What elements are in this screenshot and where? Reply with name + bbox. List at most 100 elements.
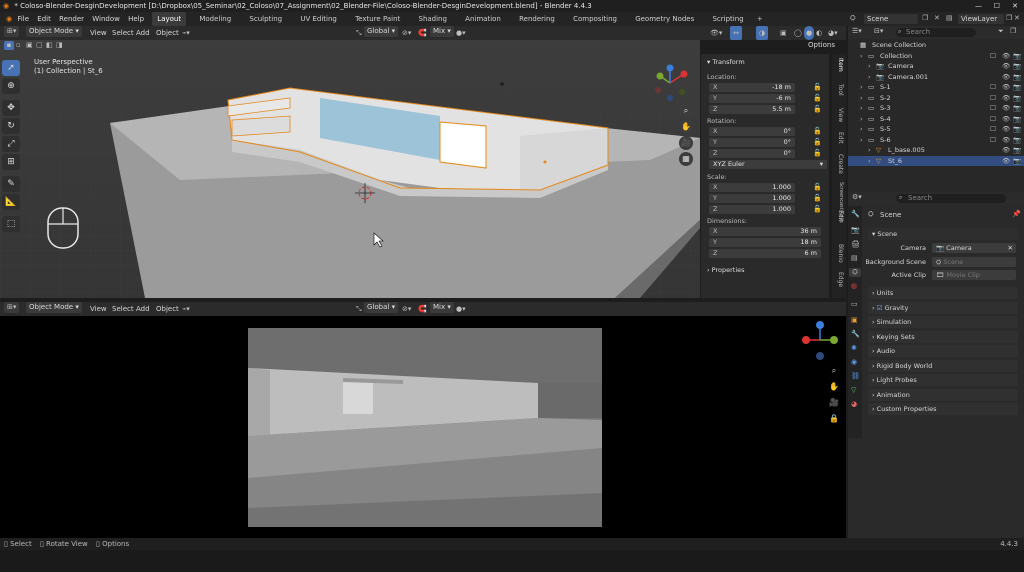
property-section-light-probes[interactable]: › Light Probes	[868, 374, 1018, 386]
scale-y-field[interactable]: Y 1.000	[709, 194, 795, 203]
minimize-button[interactable]: —	[975, 0, 982, 12]
pan-hand-icon[interactable]: ✋	[679, 120, 693, 134]
select-intersect-icon[interactable]: ◨	[56, 41, 63, 49]
ntab-edit-2[interactable]: Edit	[834, 210, 844, 222]
constraints-tab-icon[interactable]: ⛓	[851, 372, 860, 380]
shading-rendered-icon[interactable]: ◕▾	[828, 26, 838, 40]
link-icon[interactable]: ⌁▾	[182, 26, 190, 40]
visibility-eye-icon[interactable]: 👁	[1002, 124, 1010, 135]
render-visibility-icon[interactable]: 📷	[1013, 72, 1021, 83]
3d-viewport[interactable]: User Perspective (1) Collection | St_6 ⌕…	[0, 40, 700, 298]
expand-arrow-icon[interactable]: ›	[868, 72, 871, 83]
outliner-row[interactable]: › ▭ S-3 ☐ 👁 📷	[848, 103, 1024, 114]
world-tab-icon[interactable]: ◍	[851, 282, 857, 290]
property-section-custom-properties[interactable]: › Custom Properties	[868, 403, 1018, 415]
gizmo-toggle-icon[interactable]: ↔	[730, 26, 742, 40]
menu-view[interactable]: View	[90, 26, 107, 40]
add-workspace-icon[interactable]: +	[757, 12, 763, 26]
orientation-selector[interactable]: Global ▾	[364, 302, 399, 313]
snap-icon[interactable]: 🧲	[418, 26, 427, 40]
render-tab-icon[interactable]: 📷	[851, 226, 860, 234]
add-cube-tool-icon[interactable]: ⬚	[2, 216, 20, 232]
transform-tool-icon[interactable]: ⊞	[2, 154, 20, 170]
lock-icon[interactable]: 🔓	[813, 138, 822, 146]
select-extend-icon[interactable]: ▣	[26, 41, 33, 49]
render-visibility-icon[interactable]: 📷	[1013, 61, 1021, 72]
exclude-checkbox[interactable]: ☐	[990, 82, 996, 93]
new-scene-icon[interactable]: ❐	[922, 14, 928, 22]
proportional-selector[interactable]: Mix ▾	[430, 302, 454, 313]
visibility-eye-icon[interactable]: 👁	[1002, 135, 1010, 146]
ntab-edit[interactable]: Edit	[834, 132, 844, 144]
ntab-edge[interactable]: Edge	[834, 272, 844, 287]
select-tool-icon[interactable]: ➚	[2, 60, 20, 76]
select-subtract-icon[interactable]: ▢	[36, 41, 43, 49]
pan-hand-icon[interactable]: ✋	[827, 380, 841, 394]
lock-icon[interactable]: 🔓	[813, 105, 822, 113]
exclude-checkbox[interactable]: ☐	[990, 51, 996, 62]
link-icon[interactable]: ⌁▾	[182, 302, 190, 316]
collection-tab-icon[interactable]: ▭	[851, 300, 858, 308]
menu-object[interactable]: Object	[156, 26, 179, 40]
visibility-eye-icon[interactable]: 👁	[1002, 51, 1010, 62]
annotate-tool-icon[interactable]: ✎	[2, 176, 20, 192]
cursor-tool-icon[interactable]: ⊕	[2, 78, 20, 94]
lock-icon[interactable]: 🔓	[813, 194, 822, 202]
lock-icon[interactable]: 🔓	[813, 83, 822, 91]
ntab-tool[interactable]: Tool	[834, 84, 844, 96]
property-section-animation[interactable]: › Animation	[868, 388, 1018, 401]
tab-animation[interactable]: Animation	[460, 12, 506, 26]
visibility-eye-icon[interactable]: 👁	[1002, 82, 1010, 93]
rotate-tool-icon[interactable]: ↻	[2, 118, 20, 134]
menu-window[interactable]: Window	[92, 15, 120, 23]
data-tab-icon[interactable]: ▽	[851, 386, 856, 394]
render-visibility-icon[interactable]: 📷	[1013, 93, 1021, 104]
menu-add[interactable]: Add	[136, 26, 150, 40]
tab-modeling[interactable]: Modeling	[194, 12, 236, 26]
options-button[interactable]: Options	[808, 41, 835, 49]
expand-arrow-icon[interactable]: ›	[868, 145, 871, 156]
property-section-gravity[interactable]: › ☑ Gravity	[868, 301, 1018, 314]
location-x-field[interactable]: X -18 m	[709, 83, 795, 92]
snap-icon[interactable]: 🧲	[418, 302, 427, 316]
move-tool-icon[interactable]: ✥	[2, 100, 20, 116]
location-y-field[interactable]: Y -6 m	[709, 94, 795, 103]
perspective-toggle-icon[interactable]: ▦	[679, 152, 693, 166]
visibility-eye-icon[interactable]: 👁	[1002, 61, 1010, 72]
visibility-eye-icon[interactable]: 👁	[1002, 72, 1010, 83]
menu-view[interactable]: View	[90, 302, 107, 316]
render-visibility-icon[interactable]: 📷	[1013, 82, 1021, 93]
render-visibility-icon[interactable]: 📷	[1013, 103, 1021, 114]
expand-arrow-icon[interactable]: ›	[860, 124, 863, 135]
menu-render[interactable]: Render	[59, 15, 84, 23]
lock-icon[interactable]: 🔓	[813, 149, 822, 157]
rotation-z-field[interactable]: Z 0°	[709, 149, 795, 158]
pin-icon[interactable]: 📌	[1012, 210, 1021, 218]
menu-select[interactable]: Select	[112, 302, 134, 316]
delete-view-layer-icon[interactable]: ✕	[1014, 14, 1020, 22]
pivot-icon[interactable]: ⊘▾	[402, 26, 411, 40]
lock-icon[interactable]: 🔓	[813, 183, 822, 191]
navigation-gizmo[interactable]	[798, 318, 842, 364]
editor-type-icon[interactable]: ☰▾	[852, 27, 862, 35]
property-section-audio[interactable]: › Audio	[868, 345, 1018, 357]
expand-arrow-icon[interactable]: ›	[860, 93, 863, 104]
object-tab-icon[interactable]: ▣	[851, 316, 858, 324]
tool-tab-icon[interactable]: 🔧	[851, 210, 860, 218]
filter-icon[interactable]: ⏷	[998, 27, 1004, 36]
view-layer-selector[interactable]: ViewLayer	[958, 14, 1004, 24]
overlay-toggle-icon[interactable]: ◑	[756, 26, 768, 40]
lock-icon[interactable]: 🔓	[813, 127, 822, 135]
expand-arrow-icon[interactable]: ›	[860, 103, 863, 114]
mode-selector[interactable]: Object Mode ▾	[26, 302, 82, 313]
visibility-eye-icon[interactable]: 👁	[1002, 103, 1010, 114]
close-button[interactable]: ✕	[1012, 0, 1018, 12]
expand-arrow-icon[interactable]: ›	[868, 156, 871, 167]
outliner-row[interactable]: ▦ Scene Collection	[848, 40, 1024, 51]
scale-tool-icon[interactable]: ⤢	[2, 136, 20, 152]
gravity-checkbox[interactable]: ☑	[877, 304, 885, 312]
zoom-icon[interactable]: ⌕	[679, 104, 693, 118]
rotation-x-field[interactable]: X 0°	[709, 127, 795, 136]
menu-edit[interactable]: Edit	[37, 15, 51, 23]
orientation-selector[interactable]: Global ▾	[364, 26, 399, 37]
